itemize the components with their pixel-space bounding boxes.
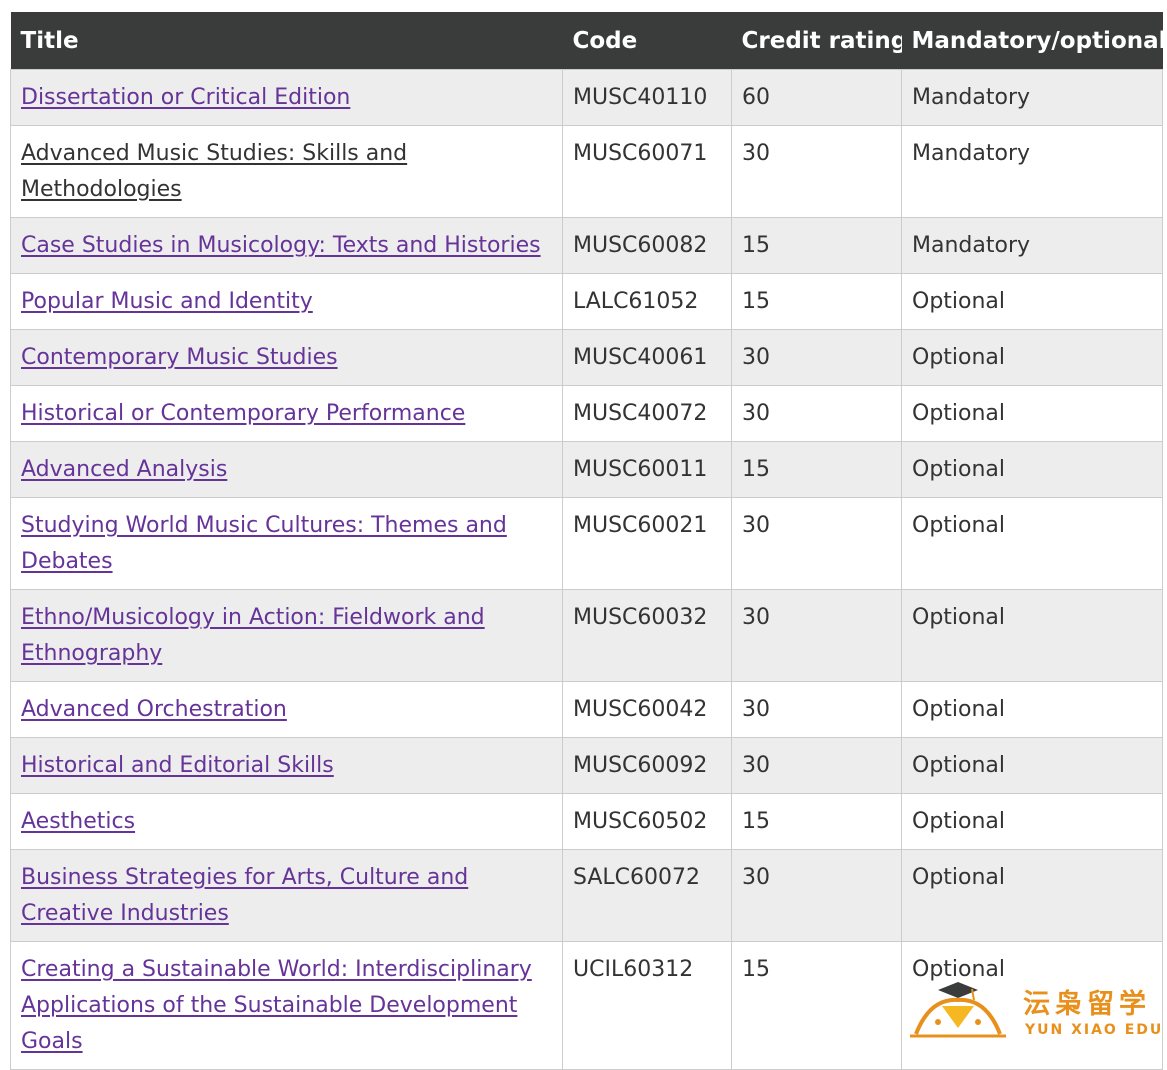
unit-title-link[interactable]: Studying World Music Cultures: Themes an…: [21, 513, 507, 574]
title-cell: Advanced Analysis: [10, 441, 563, 498]
code-cell: MUSC60021: [562, 497, 732, 590]
code-cell: MUSC40061: [562, 329, 732, 386]
credit-cell: 30: [731, 681, 902, 738]
unit-title-link[interactable]: Historical and Editorial Skills: [21, 753, 334, 778]
watermark-chinese-text: 沄枭留学: [1023, 989, 1151, 1020]
status-cell: Mandatory: [901, 69, 1163, 126]
credit-cell: 30: [731, 385, 902, 442]
course-units-table: Title Code Credit rating Mandatory/optio…: [10, 12, 1163, 1070]
unit-title-link[interactable]: Contemporary Music Studies: [21, 345, 338, 370]
status-cell: Optional: [901, 441, 1163, 498]
status-cell: Mandatory: [901, 125, 1163, 218]
table-row: Historical or Contemporary Performance M…: [10, 385, 1163, 442]
table-row: Dissertation or Critical Edition MUSC401…: [10, 69, 1163, 126]
table-row: Business Strategies for Arts, Culture an…: [10, 849, 1163, 942]
credit-cell: 30: [731, 849, 902, 942]
credit-cell: 15: [731, 441, 902, 498]
table-row: Historical and Editorial Skills MUSC6009…: [10, 737, 1163, 794]
table-row: Advanced Music Studies: Skills and Metho…: [10, 125, 1163, 218]
code-cell: MUSC60032: [562, 589, 732, 682]
unit-title-link[interactable]: Case Studies in Musicology: Texts and Hi…: [21, 233, 541, 258]
credit-cell: 15: [731, 273, 902, 330]
table-row: Advanced Orchestration MUSC60042 30 Opti…: [10, 681, 1163, 738]
code-cell: UCIL60312: [562, 941, 732, 1070]
credit-cell: 30: [731, 737, 902, 794]
watermark-logo: 沄枭留学 YUN XIAO EDU: [908, 976, 1161, 1042]
title-cell: Case Studies in Musicology: Texts and Hi…: [10, 217, 563, 274]
credit-cell: 30: [731, 329, 902, 386]
code-cell: MUSC60071: [562, 125, 732, 218]
code-cell: MUSC40110: [562, 69, 732, 126]
credit-cell: 30: [731, 497, 902, 590]
credit-cell: 60: [731, 69, 902, 126]
header-row: Title Code Credit rating Mandatory/optio…: [10, 12, 1163, 70]
status-cell: Optional: [901, 849, 1163, 942]
code-cell: MUSC40072: [562, 385, 732, 442]
status-cell: Optional: [901, 681, 1163, 738]
header-title: Title: [10, 12, 563, 70]
unit-title-link[interactable]: Aesthetics: [21, 809, 135, 834]
title-cell: Creating a Sustainable World: Interdisci…: [10, 941, 563, 1070]
table-row: Contemporary Music Studies MUSC40061 30 …: [10, 329, 1163, 386]
header-mandatory-optional: Mandatory/optional: [901, 12, 1163, 70]
table-row: Aesthetics MUSC60502 15 Optional: [10, 793, 1163, 850]
header-credit-rating: Credit rating: [731, 12, 902, 70]
title-cell: Studying World Music Cultures: Themes an…: [10, 497, 563, 590]
unit-title-link[interactable]: Ethno/Musicology in Action: Fieldwork an…: [21, 605, 485, 666]
table-row: Studying World Music Cultures: Themes an…: [10, 497, 1163, 590]
unit-title-link[interactable]: Historical or Contemporary Performance: [21, 401, 465, 426]
title-cell: Ethno/Musicology in Action: Fieldwork an…: [10, 589, 563, 682]
table-row: Ethno/Musicology in Action: Fieldwork an…: [10, 589, 1163, 682]
title-cell: Aesthetics: [10, 793, 563, 850]
credit-cell: 15: [731, 793, 902, 850]
status-cell: Optional: [901, 793, 1163, 850]
unit-title-link[interactable]: Advanced Orchestration: [21, 697, 287, 722]
code-cell: MUSC60042: [562, 681, 732, 738]
title-cell: Business Strategies for Arts, Culture an…: [10, 849, 563, 942]
unit-title-link[interactable]: Advanced Music Studies: Skills and Metho…: [21, 141, 407, 202]
unit-title-link[interactable]: Advanced Analysis: [21, 457, 227, 482]
credit-cell: 15: [731, 217, 902, 274]
watermark-english-text: YUN XIAO EDU: [1025, 1022, 1164, 1038]
code-cell: MUSC60011: [562, 441, 732, 498]
status-cell: Optional: [901, 737, 1163, 794]
status-cell: Optional: [901, 273, 1163, 330]
unit-title-link[interactable]: Dissertation or Critical Edition: [21, 85, 350, 110]
status-cell: Mandatory: [901, 217, 1163, 274]
title-cell: Historical and Editorial Skills: [10, 737, 563, 794]
unit-title-link[interactable]: Popular Music and Identity: [21, 289, 313, 314]
status-cell: Optional: [901, 497, 1163, 590]
header-code: Code: [562, 12, 732, 70]
title-cell: Popular Music and Identity: [10, 273, 563, 330]
title-cell: Advanced Orchestration: [10, 681, 563, 738]
title-cell: Dissertation or Critical Edition: [10, 69, 563, 126]
status-cell: Optional: [901, 385, 1163, 442]
status-cell: Optional: [901, 329, 1163, 386]
owl-graduation-icon: [910, 982, 1006, 1038]
credit-cell: 30: [731, 125, 902, 218]
unit-title-link[interactable]: Creating a Sustainable World: Interdisci…: [21, 957, 532, 1054]
table-row: Advanced Analysis MUSC60011 15 Optional: [10, 441, 1163, 498]
unit-title-link[interactable]: Business Strategies for Arts, Culture an…: [21, 865, 468, 926]
title-cell: Contemporary Music Studies: [10, 329, 563, 386]
title-cell: Advanced Music Studies: Skills and Metho…: [10, 125, 563, 218]
table-row: Case Studies in Musicology: Texts and Hi…: [10, 217, 1163, 274]
status-cell: Optional: [901, 589, 1163, 682]
credit-cell: 30: [731, 589, 902, 682]
code-cell: MUSC60502: [562, 793, 732, 850]
table-row: Popular Music and Identity LALC61052 15 …: [10, 273, 1163, 330]
code-cell: SALC60072: [562, 849, 732, 942]
code-cell: LALC61052: [562, 273, 732, 330]
code-cell: MUSC60082: [562, 217, 732, 274]
title-cell: Historical or Contemporary Performance: [10, 385, 563, 442]
credit-cell: 15: [731, 941, 902, 1070]
code-cell: MUSC60092: [562, 737, 732, 794]
